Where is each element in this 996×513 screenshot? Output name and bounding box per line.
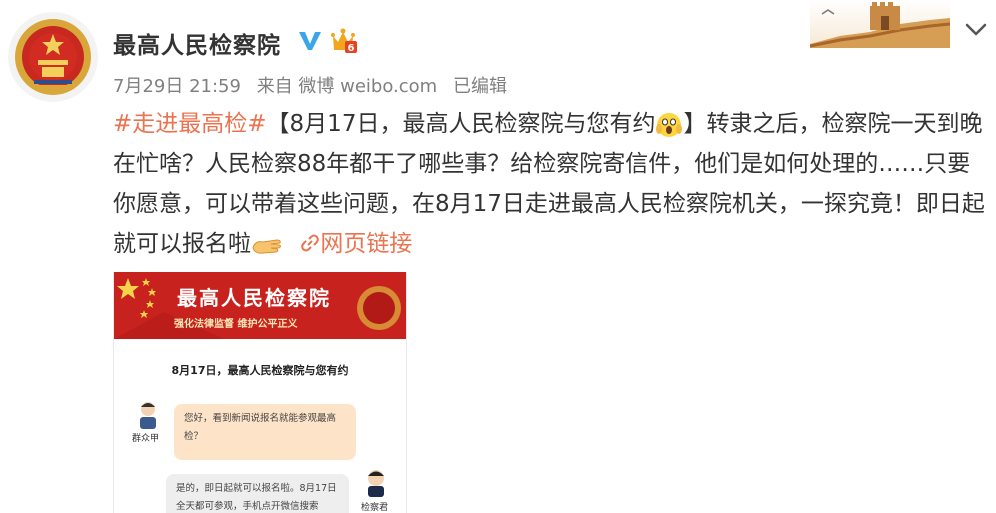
web-link-text: 网页链接 <box>320 231 413 257</box>
image-title: 最高人民检察院 <box>177 286 331 310</box>
post-content: #走进最高检#【8月17日，最高人民检察院与您有约 】转隶之后，检察院一天到晚在忙… <box>113 104 993 264</box>
post-text-part1: 【8月17日，最高人民检察院与您有约 <box>266 111 656 137</box>
chevron-down-icon[interactable] <box>962 18 990 40</box>
post-image[interactable]: 最高人民检察院 强化法律监督 维护公平正义 8月17日，最高人民检察院与您有约 … <box>113 272 407 513</box>
image-banner: 最高人民检察院 强化法律监督 维护公平正义 <box>114 272 406 339</box>
citizen-label: 群众甲 <box>132 434 160 444</box>
member-level: 6 <box>348 43 355 54</box>
link-icon <box>301 234 320 252</box>
scream-emoji-icon <box>656 112 683 137</box>
post-time[interactable]: 7月29日 21:59 <box>113 76 241 97</box>
web-link[interactable]: 网页链接 <box>300 231 412 257</box>
post-meta: 7月29日 21:59 来自 微博 weibo.com 已编辑 <box>113 72 517 98</box>
crown-member-icon[interactable]: 6 <box>330 26 360 56</box>
account-name[interactable]: 最高人民检察院 <box>113 26 281 60</box>
great-wall-decoration <box>810 0 950 48</box>
citizen-avatar-icon <box>140 402 156 429</box>
citizen-bubble: 您好，看到新闻说报名就能参观最高检？ <box>174 404 356 460</box>
prosecutor-avatar-icon <box>368 470 384 497</box>
image-heading: 8月17日，最高人民检察院与您有约 <box>171 364 349 377</box>
verified-v-icon <box>299 32 321 50</box>
edited-label: 已编辑 <box>452 76 507 97</box>
prosecutor-label: 检察君 <box>361 503 389 513</box>
hand-emoji-icon <box>252 238 281 254</box>
prosecutor-bubble: 是的，即日起就可以报名啦。8月17日全天都可参观，手机点开微信搜索 <box>166 474 349 513</box>
post-source[interactable]: 来自 微博 weibo.com <box>257 76 438 97</box>
account-avatar[interactable] <box>8 12 98 102</box>
procuratorate-emblem-icon <box>8 12 98 102</box>
image-slogan: 强化法律监督 维护公平正义 <box>174 319 298 330</box>
topic-link[interactable]: #走进最高检# <box>113 111 267 137</box>
